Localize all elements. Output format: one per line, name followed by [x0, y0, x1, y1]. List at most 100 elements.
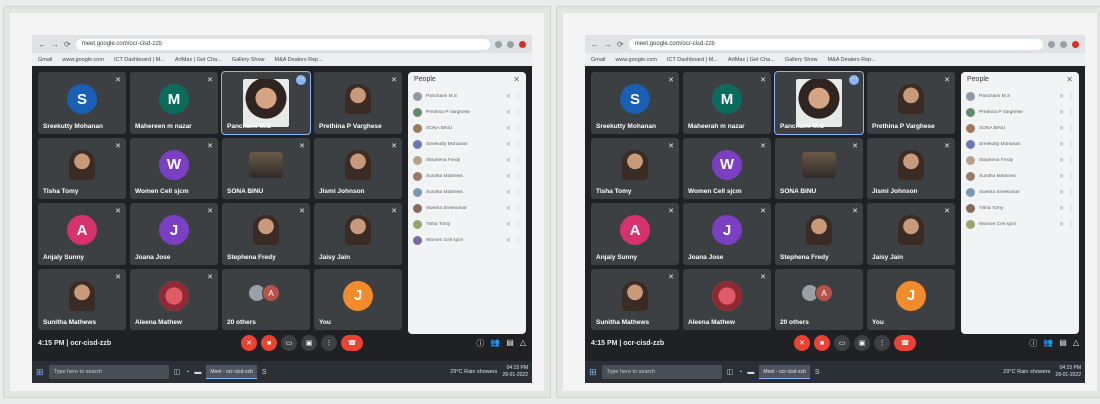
activities-icon[interactable]: △	[1073, 338, 1079, 349]
camera-off-button[interactable]: ■	[261, 335, 277, 351]
windows-start-icon[interactable]: ⊞	[589, 367, 597, 378]
people-list-item[interactable]: Prethina P Varghese ✕ ⋮	[961, 104, 1079, 120]
participant-tile[interactable]: ✕ Prethina P Varghese	[867, 72, 955, 134]
people-list-item[interactable]: Women Cell sjcm ✕ ⋮	[408, 232, 526, 248]
people-list-item[interactable]: Women Cell sjcm ✕ ⋮	[961, 216, 1079, 232]
reload-icon[interactable]: ⟳	[64, 40, 71, 49]
more-vert-icon[interactable]: ⋮	[1068, 109, 1074, 116]
more-vert-icon[interactable]: ⋮	[1068, 205, 1074, 212]
participant-tile[interactable]: ✕ Jaisy Jain	[314, 203, 402, 265]
more-vert-icon[interactable]: ⋮	[515, 141, 521, 148]
participant-tile[interactable]: ✕ Tisha Tomy	[591, 137, 679, 199]
more-options-icon[interactable]: ⋯	[296, 75, 306, 85]
participant-tile[interactable]: S ✕ Sreekutty Mohanan	[38, 72, 126, 134]
mic-off-button[interactable]: ✕	[241, 335, 257, 351]
participant-tile[interactable]: ⋯ Panchami M.S	[221, 71, 311, 135]
back-icon[interactable]: ←	[591, 40, 599, 49]
more-vert-icon[interactable]: ⋮	[515, 93, 521, 100]
leave-call-button[interactable]: ☎	[341, 335, 363, 351]
participant-tile[interactable]: ⋯ Panchami M.S	[774, 71, 864, 135]
file-explorer-icon[interactable]: ▬	[747, 369, 754, 376]
chat-icon[interactable]: ▤	[506, 338, 514, 349]
participant-tile[interactable]: ✕ Jismi Johnson	[314, 137, 402, 199]
more-vert-icon[interactable]: ⋮	[515, 237, 521, 244]
activities-icon[interactable]: △	[520, 338, 526, 349]
taskbar-search-input[interactable]: Type here to search	[48, 365, 169, 379]
system-clock[interactable]: 04:15 PM 28-01-2022	[502, 365, 528, 379]
people-list-item[interactable]: Sreekutty Mohanan ✕ ⋮	[961, 136, 1079, 152]
people-list-item[interactable]: Tisha Tomy ✕ ⋮	[408, 216, 526, 232]
participant-tile[interactable]: A 20 others	[222, 268, 310, 330]
file-explorer-icon[interactable]: ▬	[194, 369, 201, 376]
profile-avatar-icon[interactable]	[1072, 40, 1079, 48]
people-list-item[interactable]: Stephena Fredy ✕ ⋮	[408, 152, 526, 168]
taskbar-app-meet[interactable]: Meet - ocr-cisd-zzb	[206, 365, 257, 379]
people-list-item[interactable]: Sreekutty Mohanan ✕ ⋮	[408, 136, 526, 152]
more-options-icon[interactable]: ⋯	[849, 75, 859, 85]
participant-tile[interactable]: J ✕ Joana Jose	[683, 203, 771, 265]
participant-tile[interactable]: ✕ Tisha Tomy	[38, 137, 126, 199]
app-icon[interactable]: S	[262, 369, 267, 376]
reload-icon[interactable]: ⟳	[617, 40, 624, 49]
extension-icon[interactable]	[1060, 40, 1067, 48]
people-list-item[interactable]: Tisha Tomy ✕ ⋮	[961, 200, 1079, 216]
more-options-button[interactable]: ⋮	[874, 335, 890, 351]
bookmark-item[interactable]: Gallery Show	[785, 57, 818, 63]
weather-widget[interactable]: 29°C Rain showers	[1003, 369, 1050, 375]
participant-tile[interactable]: A 20 others	[775, 268, 863, 330]
forward-icon[interactable]: →	[51, 40, 59, 49]
bookmark-item[interactable]: ArtMax | Get Cha...	[728, 57, 775, 63]
people-list-item[interactable]: SONA BINU ✕ ⋮	[408, 120, 526, 136]
participant-tile[interactable]: M ✕ Mahereen m nazar	[130, 72, 218, 134]
address-bar[interactable]: meet.google.com/ocr-cisd-zzb	[628, 38, 1043, 50]
info-icon[interactable]: ⓘ	[476, 338, 484, 349]
more-vert-icon[interactable]: ⋮	[515, 221, 521, 228]
present-button[interactable]: ▣	[854, 335, 870, 351]
forward-icon[interactable]: →	[604, 40, 612, 49]
mic-off-button[interactable]: ✕	[794, 335, 810, 351]
participant-tile[interactable]: ✕ Sunitha Mathews	[591, 268, 679, 330]
taskbar-search-input[interactable]: Type here to search	[601, 365, 722, 379]
people-list-item[interactable]: Swetha Sreekumar ✕ ⋮	[408, 200, 526, 216]
bookmark-item[interactable]: ICT Dashboard | M...	[114, 57, 165, 63]
participant-tile[interactable]: ✕ Stephena Fredy	[775, 203, 863, 265]
bookmark-item[interactable]: www.google.com	[615, 57, 657, 63]
more-vert-icon[interactable]: ⋮	[515, 189, 521, 196]
profile-avatar-icon[interactable]	[519, 40, 526, 48]
bookmark-item[interactable]: Gmail	[591, 57, 605, 63]
participant-tile[interactable]: ✕ SONA BINU	[775, 137, 863, 199]
people-list-item[interactable]: Sunitha Mathews ✕ ⋮	[408, 184, 526, 200]
edge-browser-icon[interactable]: ◔	[185, 369, 189, 376]
captions-button[interactable]: ▭	[834, 335, 850, 351]
leave-call-button[interactable]: ☎	[894, 335, 916, 351]
more-vert-icon[interactable]: ⋮	[515, 125, 521, 132]
close-icon[interactable]: ✕	[1066, 72, 1073, 88]
more-vert-icon[interactable]: ⋮	[1068, 125, 1074, 132]
bookmark-item[interactable]: Gmail	[38, 57, 52, 63]
chat-icon[interactable]: ▤	[1059, 338, 1067, 349]
more-vert-icon[interactable]: ⋮	[1068, 189, 1074, 196]
edge-browser-icon[interactable]: ◔	[738, 369, 742, 376]
close-icon[interactable]: ✕	[513, 72, 520, 88]
more-vert-icon[interactable]: ⋮	[1068, 173, 1074, 180]
bookmark-item[interactable]: Gallery Show	[232, 57, 265, 63]
extension-icon[interactable]	[495, 40, 502, 48]
address-bar[interactable]: meet.google.com/ocr-cisd-zzb	[75, 38, 490, 50]
extension-icon[interactable]	[1048, 40, 1055, 48]
bookmark-item[interactable]: www.google.com	[62, 57, 104, 63]
more-vert-icon[interactable]: ⋮	[1068, 221, 1074, 228]
more-vert-icon[interactable]: ⋮	[1068, 93, 1074, 100]
participant-tile[interactable]: ✕ Jaisy Jain	[867, 203, 955, 265]
people-list-item[interactable]: SONA BINU ✕ ⋮	[961, 120, 1079, 136]
system-clock[interactable]: 04:15 PM 28-01-2022	[1055, 365, 1081, 379]
more-vert-icon[interactable]: ⋮	[515, 109, 521, 116]
participant-tile[interactable]: ✕ Jismi Johnson	[867, 137, 955, 199]
captions-button[interactable]: ▭	[281, 335, 297, 351]
weather-widget[interactable]: 29°C Rain showers	[450, 369, 497, 375]
participant-tile[interactable]: ✕ Prethina P Varghese	[314, 72, 402, 134]
participant-tile[interactable]: J You	[314, 268, 402, 330]
extension-icon[interactable]	[507, 40, 514, 48]
bookmark-item[interactable]: ArtMax | Get Cha...	[175, 57, 222, 63]
participant-tile[interactable]: S ✕ Sreekutty Mohanan	[591, 72, 679, 134]
task-view-icon[interactable]: ◫	[727, 368, 734, 376]
